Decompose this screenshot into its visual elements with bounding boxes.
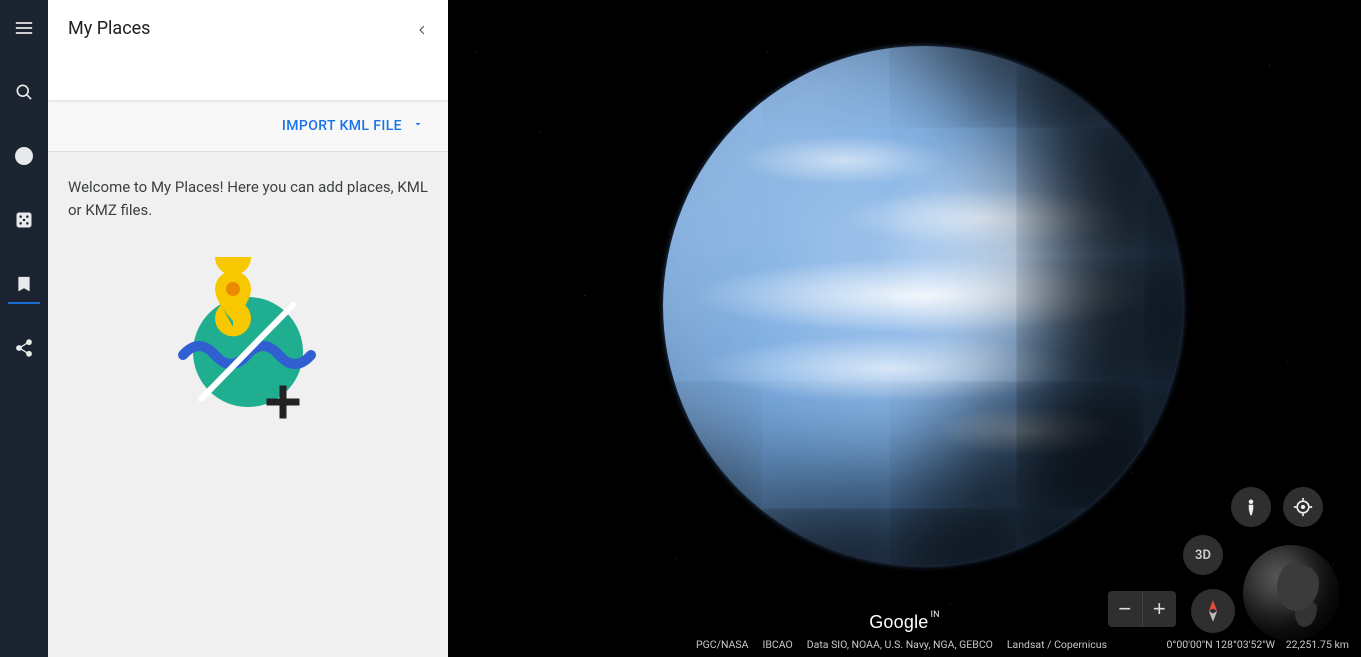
- places-panel: My Places IMPORT KML FILE Welcome to My …: [48, 0, 448, 657]
- map-canvas[interactable]: 3D − + Google IN PGC/NASA IBCAO Data SIO…: [448, 0, 1361, 657]
- welcome-text: Welcome to My Places! Here you can add p…: [48, 152, 448, 247]
- attrib-data: Data SIO, NOAA, U.S. Navy, NGA, GEBCO: [807, 638, 993, 651]
- toggle-3d-label: 3D: [1195, 548, 1211, 563]
- zoom-in-button[interactable]: +: [1143, 591, 1177, 627]
- compass-button[interactable]: [1191, 589, 1235, 633]
- menu-icon[interactable]: [12, 16, 36, 40]
- panel-title: My Places: [68, 18, 150, 39]
- dropdown-caret-icon[interactable]: [412, 118, 424, 134]
- lucky-icon[interactable]: [12, 208, 36, 232]
- zoom-control: − +: [1108, 591, 1176, 627]
- panel-header: My Places: [48, 0, 448, 100]
- logo-text: Google: [869, 612, 928, 633]
- toggle-3d-button[interactable]: 3D: [1183, 535, 1223, 575]
- attribution-bar: PGC/NASA IBCAO Data SIO, NOAA, U.S. Navy…: [448, 638, 1361, 651]
- attrib-landsat: Landsat / Copernicus: [1007, 638, 1107, 651]
- earth-globe[interactable]: [663, 46, 1183, 566]
- attrib-pgc: PGC/NASA: [696, 638, 748, 651]
- attrib-ibcao: IBCAO: [762, 638, 792, 651]
- camera-alt: 22,251.75 km: [1286, 638, 1349, 651]
- overview-globe[interactable]: [1243, 545, 1339, 641]
- import-kml-row[interactable]: IMPORT KML FILE: [48, 100, 448, 152]
- compass-needle-icon: [1203, 598, 1223, 624]
- empty-state-illustration: [48, 257, 448, 427]
- zoom-out-button[interactable]: −: [1108, 591, 1143, 627]
- search-icon[interactable]: [12, 80, 36, 104]
- my-location-button[interactable]: [1283, 487, 1323, 527]
- pegman-button[interactable]: [1231, 487, 1271, 527]
- left-toolbar: [0, 0, 48, 657]
- share-icon[interactable]: [12, 336, 36, 360]
- logo-locale: IN: [930, 610, 939, 620]
- import-kml-label[interactable]: IMPORT KML FILE: [282, 118, 402, 134]
- collapse-panel-button[interactable]: [412, 18, 432, 46]
- places-icon[interactable]: [12, 272, 36, 296]
- camera-coords: 0°00'00"N 128°03'52"W: [1167, 638, 1275, 651]
- voyager-icon[interactable]: [12, 144, 36, 168]
- google-logo: Google IN: [869, 612, 940, 633]
